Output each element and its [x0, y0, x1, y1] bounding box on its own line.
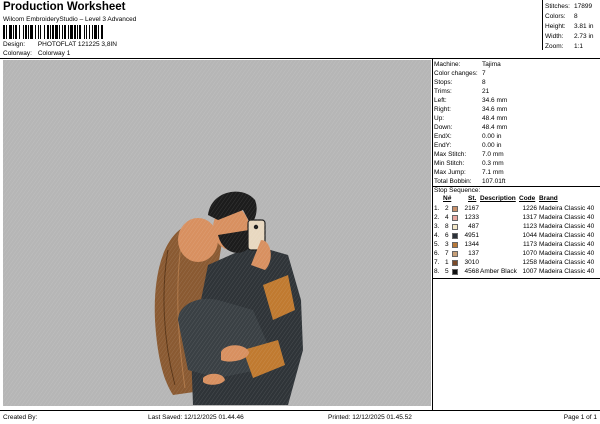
sequence-stitches: 487 [468, 223, 479, 230]
sequence-stitches: 4951 [464, 232, 479, 239]
sequence-code: 1258 [522, 259, 537, 266]
thread-color-swatch [452, 205, 458, 212]
header-n: N# [443, 195, 452, 202]
stat-stitches-label: Stitches: [545, 3, 570, 10]
sequence-code: 1007 [522, 268, 537, 275]
design-preview [3, 60, 431, 406]
sequence-brand: Madeira Classic 40 [539, 223, 595, 230]
colorway-label: Colorway: [3, 50, 32, 57]
design-row: Design: PHOTOFLAT 121225 3,8IN [3, 41, 117, 48]
sequence-row: 7. 1 3010 1258 Madeira Classic 40 [434, 258, 600, 267]
sequence-brand: Madeira Classic 40 [539, 232, 595, 239]
sequence-row: 4. 6 4951 1044 Madeira Classic 40 [434, 231, 600, 240]
stats-values: 17899 8 3.81 in 2.73 in 1:1 [574, 2, 600, 52]
sequence-needle: 1 [445, 259, 449, 266]
printed-date: Printed: 12/12/2025 01.45.52 [328, 414, 412, 421]
sequence-needle: 4 [445, 214, 449, 221]
stat-colors-value: 8 [574, 13, 578, 20]
sequence-brand: Madeira Classic 40 [539, 268, 595, 275]
sequence-row: 5. 3 1344 1173 Madeira Classic 40 [434, 240, 600, 249]
stat-height-label: Height: [545, 23, 566, 30]
thread-color-swatch [452, 268, 458, 275]
sequence-stitches: 137 [468, 250, 479, 257]
sequence-needle: 2 [445, 205, 449, 212]
barcode [3, 25, 138, 39]
header-code: Code [519, 195, 536, 202]
sequence-brand: Madeira Classic 40 [539, 205, 595, 212]
colorway-row: Colorway: Colorway 1 [3, 50, 70, 57]
sequence-row: 3. 8 487 1123 Madeira Classic 40 [434, 222, 600, 231]
last-saved: Last Saved: 12/12/2025 01.44.46 [148, 414, 244, 421]
sequence-stop: 3. [434, 223, 440, 230]
sequence-stop: 4. [434, 232, 440, 239]
sequence-brand: Madeira Classic 40 [539, 214, 595, 221]
sequence-stop: 6. [434, 250, 440, 257]
sequence-stop: 5. [434, 241, 440, 248]
stat-colors-label: Colors: [545, 13, 566, 20]
page-title: Production Worksheet [3, 1, 126, 13]
sequence-stitches: 3010 [464, 259, 479, 266]
stop-sequence-title: Stop Sequence: [434, 187, 481, 194]
worksheet-header: Production Worksheet Wilcom EmbroiderySt… [0, 0, 600, 58]
stat-width-label: Width: [545, 33, 564, 40]
sequence-stop: 8. [434, 268, 440, 275]
sequence-row: 1. 2 2167 1226 Madeira Classic 40 [434, 204, 600, 213]
stat-width-value: 2.73 in [574, 33, 594, 40]
design-value: PHOTOFLAT 121225 3,8IN [37, 41, 117, 48]
sequence-needle: 3 [445, 241, 449, 248]
header-st: St. [468, 195, 477, 202]
sequence-stitches: 2167 [464, 205, 479, 212]
panel-divider [432, 58, 433, 410]
sequence-stop: 1. [434, 205, 440, 212]
stat-height-value: 3.81 in [574, 23, 594, 30]
thread-color-swatch [452, 223, 458, 230]
sequence-brand: Madeira Classic 40 [539, 241, 595, 248]
sequence-code: 1123 [523, 223, 537, 230]
design-label: Design: [3, 41, 26, 48]
thread-color-swatch [452, 259, 458, 266]
sequence-needle: 6 [445, 232, 449, 239]
page-number: Page 1 of 1 [563, 414, 597, 421]
sequence-code: 1044 [522, 232, 537, 239]
sequence-needle: 8 [445, 223, 449, 230]
thread-color-swatch [452, 232, 458, 239]
sequence-needle: 7 [445, 250, 449, 257]
sequence-code: 1317 [522, 214, 537, 221]
sequence-stop: 2. [434, 214, 440, 221]
thread-color-swatch [452, 214, 458, 221]
stat-stitches-value: 17899 [574, 3, 593, 10]
sequence-description: Amber Black [480, 268, 517, 275]
table-bottom-divider [433, 278, 600, 279]
thread-color-swatch [452, 241, 458, 248]
sequence-code: 1173 [523, 241, 537, 248]
header-brand: Brand [539, 195, 558, 202]
sequence-row: 6. 7 137 1070 Madeira Classic 40 [434, 249, 600, 258]
sequence-stitches: 4568 [464, 268, 479, 275]
header-description: Description [480, 195, 516, 202]
sequence-row: 8. 5 4568 Amber Black 1007 Madeira Classic 40 [434, 267, 600, 276]
created-by: Created By: [3, 414, 38, 421]
header-divider [0, 58, 600, 59]
embroidery-illustration [3, 60, 431, 406]
sequence-row: 2. 4 1233 1317 Madeira Classic 40 [434, 213, 600, 222]
sequence-brand: Madeira Classic 40 [539, 259, 595, 266]
software-name: Wilcom EmbroideryStudio – Level 3 Advanc… [3, 16, 137, 23]
sequence-stop: 7. [434, 259, 440, 266]
sequence-stitches: 1344 [464, 241, 479, 248]
stats-labels: Stitches: Colors: Height: Width: Zoom: [545, 2, 571, 52]
sequence-code: 1226 [522, 205, 537, 212]
sequence-needle: 5 [445, 268, 449, 275]
stat-zoom-value: 1:1 [574, 43, 584, 50]
sequence-brand: Madeira Classic 40 [539, 250, 595, 257]
footer: Created By: Last Saved: 12/12/2025 01.44… [0, 410, 600, 424]
thread-color-swatch [452, 250, 458, 257]
stat-zoom-label: Zoom: [545, 43, 564, 50]
sequence-code: 1070 [522, 250, 537, 257]
colorway-value: Colorway 1 [37, 50, 71, 57]
sequence-stitches: 1233 [464, 214, 479, 221]
